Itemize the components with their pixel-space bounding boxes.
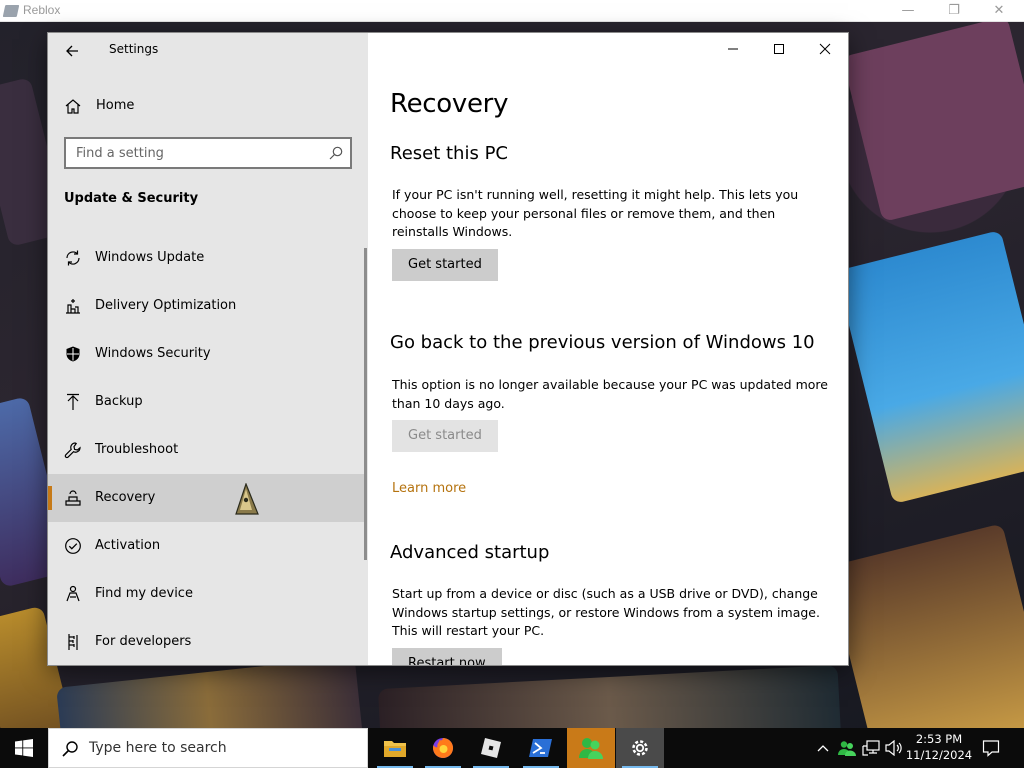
recovery-content: Recovery Reset this PC If your PC isn't … (390, 33, 848, 665)
reset-heading: Reset this PC (390, 143, 508, 164)
nav-item-label: Windows Security (95, 346, 211, 361)
firefox-icon (433, 737, 454, 758)
tray-overflow-button[interactable] (814, 728, 832, 768)
taskbar-settings[interactable] (616, 728, 664, 768)
section-title: Update & Security (64, 191, 199, 206)
taskbar-people-app[interactable] (567, 728, 615, 768)
reset-description: If your PC isn't running well, resetting… (392, 187, 799, 239)
taskbar-roblox[interactable] (467, 728, 515, 768)
taskbar-powershell[interactable] (517, 728, 565, 768)
nav-item-label: Activation (95, 538, 161, 553)
nav-item-backup[interactable]: Backup (48, 378, 366, 426)
back-button[interactable] (58, 37, 86, 65)
nav-item-for-developers[interactable]: For developers (48, 618, 366, 665)
shield-icon (66, 346, 80, 362)
settings-nav-list: Windows Update Delivery Optimization Win… (48, 234, 366, 665)
mouse-cursor (235, 483, 259, 515)
check-circle-icon (65, 538, 81, 554)
people-icon (579, 738, 603, 759)
nav-item-label: Delivery Optimization (95, 298, 237, 313)
taskbar-search-box[interactable]: Type here to search (48, 728, 368, 768)
restart-now-button[interactable]: Restart now (392, 648, 502, 665)
find-setting-input[interactable] (66, 139, 316, 167)
nav-item-label: Backup (95, 394, 143, 409)
nav-home[interactable]: Home (48, 90, 368, 122)
taskbar-file-explorer[interactable] (371, 728, 419, 768)
roblox-icon (481, 738, 501, 758)
roblox-minimize-button[interactable]: — (885, 1, 931, 21)
roblox-app-icon (2, 5, 20, 17)
learn-more-link[interactable]: Learn more (392, 481, 466, 496)
tray-network[interactable] (860, 728, 882, 768)
nav-item-label: For developers (95, 634, 192, 649)
people-tray-icon (838, 741, 856, 756)
nav-item-windows-security[interactable]: Windows Security (48, 330, 366, 378)
wrench-icon (64, 442, 81, 459)
advanced-description: Start up from a device or disc (such as … (392, 586, 820, 638)
notification-icon (982, 740, 1000, 757)
settings-sidebar: Settings Home Update & Security Windows … (48, 33, 368, 665)
chevron-up-icon (817, 745, 829, 752)
goback-get-started-button: Get started (392, 420, 498, 452)
nav-item-recovery[interactable]: Recovery (48, 474, 366, 522)
game-thumbnail (377, 665, 843, 728)
settings-gear-icon (632, 740, 648, 756)
nav-item-label: Windows Update (95, 250, 205, 265)
roblox-close-button[interactable]: ✕ (976, 1, 1022, 21)
clock-time: 2:53 PM (915, 732, 963, 746)
page-title: Recovery (390, 89, 509, 119)
network-icon (862, 740, 880, 756)
game-thumbnail (835, 230, 1024, 504)
start-button[interactable] (0, 728, 48, 768)
nav-item-windows-update[interactable]: Windows Update (48, 234, 366, 282)
delivery-icon (66, 299, 80, 314)
advanced-heading: Advanced startup (390, 542, 550, 563)
windows-logo-icon (15, 739, 33, 757)
back-arrow-icon (66, 45, 78, 57)
roblox-restore-button[interactable]: ❐ (931, 1, 977, 21)
home-icon (65, 99, 81, 114)
taskbar: Type here to search 2:53 PM 11/12/2024 (0, 728, 1024, 768)
recovery-icon (65, 490, 81, 506)
nav-item-find-my-device[interactable]: Find my device (48, 570, 366, 618)
tray-volume[interactable] (883, 728, 905, 768)
developer-icon (68, 634, 78, 650)
nav-item-label: Find my device (95, 586, 193, 601)
file-explorer-icon (384, 741, 406, 757)
roblox-window-title: Reblox (23, 3, 61, 17)
sidebar-scrollbar[interactable] (364, 248, 367, 560)
volume-icon (885, 740, 902, 756)
backup-arrow-icon (67, 393, 79, 410)
window-title: Settings (109, 42, 159, 56)
reset-get-started-button[interactable]: Get started (392, 249, 498, 281)
taskbar-search-text: Type here to search (89, 740, 227, 756)
clock-date: 11/12/2024 (905, 748, 973, 762)
nav-item-troubleshoot[interactable]: Troubleshoot (48, 426, 366, 474)
goback-heading: Go back to the previous version of Windo… (390, 332, 815, 353)
goback-description: This option is no longer available becau… (392, 377, 828, 411)
nav-item-label: Recovery (95, 490, 156, 505)
nav-home-label: Home (96, 98, 135, 113)
game-thumbnail (56, 656, 364, 728)
game-thumbnail (841, 22, 1024, 223)
nav-item-activation[interactable]: Activation (48, 522, 366, 570)
search-icon (62, 741, 78, 757)
nav-item-label: Troubleshoot (95, 442, 179, 457)
tray-people-app[interactable] (836, 728, 858, 768)
taskbar-firefox[interactable] (419, 728, 467, 768)
roblox-titlebar: Reblox — ❐ ✕ (0, 0, 1024, 22)
nav-item-delivery-optimization[interactable]: Delivery Optimization (48, 282, 366, 330)
sync-icon (66, 250, 80, 266)
search-icon (329, 146, 343, 160)
find-setting-search[interactable] (64, 137, 352, 169)
powershell-icon (529, 739, 552, 757)
person-pin-icon (66, 585, 80, 602)
taskbar-clock[interactable]: 2:53 PM 11/12/2024 (904, 731, 974, 763)
action-center-button[interactable] (978, 728, 1004, 768)
game-thumbnail (827, 523, 1024, 728)
settings-window: Settings Home Update & Security Windows … (48, 33, 848, 665)
